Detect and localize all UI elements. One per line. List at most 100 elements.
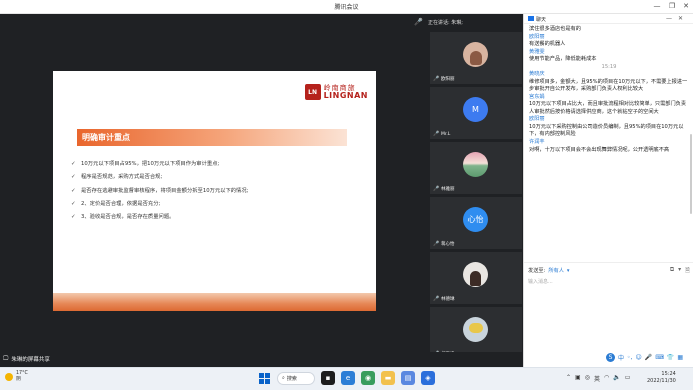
mic-icon: 🎤 [433,131,440,137]
chat-message-list: 滨住很多酒店也是有的 欧阳丽 有送餐的机器人 黄雅雯 使用节能产品，降低能耗成本… [529,26,689,154]
speaking-status-bar: 🎤 正在讲话: 朱琳; [0,14,523,32]
file-icon[interactable]: 🗎 [685,266,690,276]
mic-icon: 🎤 [433,76,440,82]
store-icon[interactable]: ▤ [401,371,415,385]
grid-icon[interactable]: ▦ [677,354,683,361]
taskbar-search[interactable]: ⌕ 搜索 [277,371,315,385]
punctuation-icon[interactable]: ◦, [627,354,632,361]
chat-message-text: 维修项目多，金额大，且95%的项目在10万元以下，不需要上报进一步审批开自公开发… [529,78,688,93]
tencent-meeting-icon[interactable]: ◈ [421,371,435,385]
chevron-down-icon[interactable]: ▾ [567,268,570,274]
recipient-select[interactable]: 所有人 [548,268,564,274]
chrome-icon[interactable]: ◉ [361,371,375,385]
participant-avatar [463,42,488,67]
screen-share-label: 朱琳的屏幕共享 [11,357,50,363]
participant-name: 欧阳丽 [441,77,455,82]
weather-widget[interactable]: 17°C 阴 [5,371,28,383]
meeting-app: 腾讯会议 — ❐ ✕ 🎤 正在讲话: 朱琳; LN 岭南商旅 LINGNAN 明… [0,0,693,390]
check-icon: ✓ [71,187,76,194]
emoji-icon[interactable]: ☺ [635,354,641,361]
participant-tile[interactable]: 🎤 林雅丽 [430,142,522,194]
screen-share-icon: 🖵 [3,355,9,362]
participant-tile[interactable]: 心怡 🎤 蒋心怡 [430,197,522,249]
weather-condition: 阴 [16,376,21,382]
slide-bullet-item: ✓ 是否存在逃避审批监督审核程序，将项目金额分拆至10万元以下的情况; [71,187,249,194]
mic-icon: 🎤 [433,186,440,192]
participant-tile[interactable]: 🎤 欧阳丽 [430,32,522,84]
wifi-icon[interactable]: ◠ [604,374,609,383]
participant-name: Mr.L [441,131,451,137]
chat-message-text: 10万元以下采购控制由公司造价员编制，且95%的项目在10万元以下，有内部控制风… [529,123,684,138]
close-icon[interactable]: ✕ [678,15,683,22]
participant-name: 林雅丽 [441,187,455,192]
microphone-icon: 🎤 [414,18,423,26]
mic-icon[interactable]: 🎤 [645,354,652,361]
more-icon[interactable]: ▾ [678,266,681,276]
battery-icon[interactable]: ▭ [625,374,631,383]
tray-app-icon[interactable]: ◎ [585,374,590,383]
chat-timestamp: 15:19 [601,63,617,70]
participant-tile[interactable]: 🎤 林德琳 [430,252,522,304]
keyboard-icon[interactable]: ⌨ [655,354,664,361]
chat-sender-name: 黄晓庆 [529,71,545,78]
slide-bullet-list: ✓ 10万元以下项目占95%，把10万元以下项目作为审计重点; ✓ 程序是否规范，采… [71,161,366,227]
chevron-up-icon[interactable]: ⌃ [566,374,571,383]
file-explorer-icon[interactable]: ▬ [381,371,395,385]
window-titlebar: 腾讯会议 — ❐ ✕ [0,0,693,14]
clock-date: 2022/11/30 [647,378,676,384]
chat-message-text: 使用节能产品，降低能耗成本 [529,56,597,63]
restore-icon[interactable]: ❐ [667,1,677,12]
share-status-strip: 🖵 朱琳的屏幕共享 [0,352,523,367]
send-to-label: 发送至: [528,268,546,274]
participant-name: 蒋心怡 [441,242,455,247]
speaking-indicator: 正在讲话: 朱琳; [428,20,463,26]
tray-app-icon[interactable]: ▣ [575,374,581,383]
window-title: 腾讯会议 [334,4,359,11]
slide-bullet-item: ✓ 2、定价是否合理，依据是否充分; [71,200,161,207]
chat-sender-name: 黄雅雯 [529,48,545,55]
ime-toolbar: S 中 ◦, ☺ 🎤 ⌨ 👕 ▦ [606,353,683,362]
mic-icon: 🎤 [433,296,440,302]
chat-sender-name: 欧阳丽 [529,33,545,40]
minimize-icon[interactable]: — [666,15,672,22]
participant-avatar [463,262,488,287]
participant-tile[interactable]: M 🎤 Mr.L [430,87,522,139]
shared-slide: LN 岭南商旅 LINGNAN 明确审计重点 ✓ 10万元以下项目占95%，把10… [53,71,376,311]
taskbar: 17°C 阴 ⌕ 搜索 ▪ e ◉ ▬ ▤ ◈ ⌃ ▣ ◎ 英 ◠ 🔈 ▭ 15:… [0,367,693,390]
check-icon: ✓ [71,214,76,221]
screenshot-icon[interactable]: ⧉ [670,266,674,276]
chat-header: 聊天 — ✕ [524,14,693,24]
participant-avatar: 心怡 [463,207,488,232]
chat-scrollbar[interactable] [690,134,692,214]
chat-sender-name: 许润丰 [529,138,545,145]
mic-icon: 🎤 [433,241,440,247]
search-icon: ⌕ [282,375,285,381]
meeting-stage: 🎤 正在讲话: 朱琳; LN 岭南商旅 LINGNAN 明确审计重点 ✓ 10万元… [0,14,523,367]
taskbar-clock[interactable]: 15:24 2022/11/30 [647,371,676,385]
language-indicator[interactable]: 英 [594,374,600,383]
chat-message-text: 滨住很多酒店也是有的 [529,26,581,32]
ime-mode[interactable]: 中 [618,353,624,362]
weather-icon [5,372,13,381]
slide-footer-stripe [53,293,376,311]
chat-input[interactable]: 输入消息... [528,278,553,285]
skin-icon[interactable]: 👕 [667,354,674,361]
chat-message-text: 有送餐的机器人 [529,41,566,48]
participant-avatar [463,317,488,342]
task-view-icon[interactable]: ▪ [321,371,335,385]
volume-icon[interactable]: 🔈 [613,374,620,383]
close-icon[interactable]: ✕ [681,1,691,12]
edge-browser-icon[interactable]: e [341,371,355,385]
ime-logo-icon[interactable]: S [606,353,615,362]
minimize-icon[interactable]: — [652,1,662,12]
chat-sender-name: 欧阳丽 [529,116,545,123]
send-to-row: 发送至: 所有人 ▾ [528,267,570,274]
compose-tools: ⧉ ▾ 🗎 [670,266,690,276]
chat-panel: 聊天 — ✕ 滨住很多酒店也是有的 欧阳丽 有送餐的机器人 黄雅雯 使用节能产品… [523,14,693,367]
screen-share-indicator[interactable]: 🖵 朱琳的屏幕共享 [3,355,50,364]
chat-message-text: 对啊，十万以下项目会不会出现舞弊情况呢，公开透明底不高 [529,146,670,153]
chat-compose-area: 发送至: 所有人 ▾ ⧉ ▾ 🗎 输入消息... S 中 ◦, ☺ 🎤 ⌨ 👕 ▦ [524,262,693,367]
system-tray: ⌃ ▣ ◎ 英 ◠ 🔈 ▭ [566,374,630,383]
windows-start-icon[interactable] [257,371,271,385]
slide-heading-banner: 明确审计重点 [77,129,347,146]
